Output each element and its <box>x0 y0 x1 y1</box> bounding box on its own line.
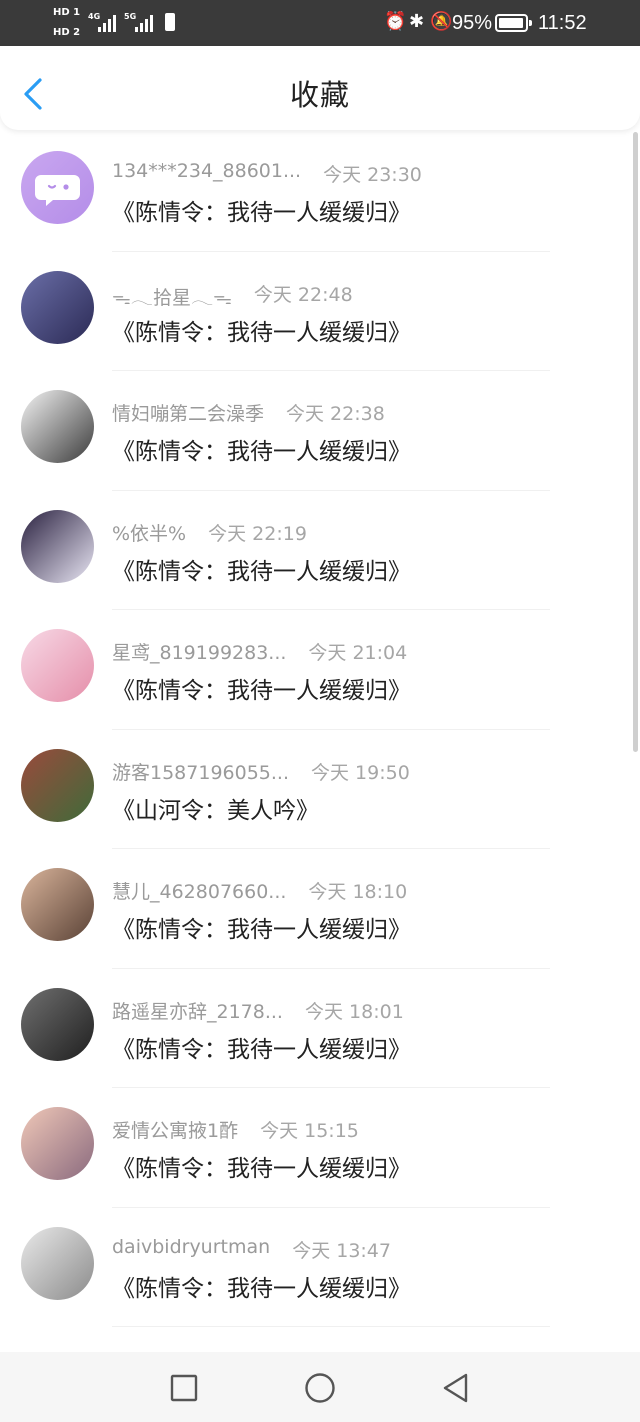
work-title[interactable]: 《陈情令：我待一人缓缓归》 <box>112 432 411 466</box>
avatar[interactable] <box>21 509 94 583</box>
avatar-chat-bubble-icon[interactable] <box>21 151 94 224</box>
list-item[interactable]: 爱情公寓掖1酢 今天 15:15 《陈情令：我待一人缓缓归》 <box>0 1088 630 1208</box>
status-time: 11:52 <box>538 12 587 34</box>
work-title[interactable]: 《陈情令：我待一人缓缓归》 <box>112 1030 411 1064</box>
timestamp: 今天 22:38 <box>286 403 385 425</box>
avatar[interactable] <box>21 390 94 463</box>
user-name[interactable]: ᯓ𓂃拾星𓂃ᯓ <box>112 280 232 311</box>
signal-1-icon <box>98 13 118 32</box>
work-title[interactable]: 《陈情令：我待一人缓缓归》 <box>112 1269 411 1303</box>
avatar[interactable] <box>21 270 94 344</box>
item-meta: 路遥星亦辞_2178... 今天 18:01 <box>112 997 404 1023</box>
work-title[interactable]: 《陈情令：我待一人缓缓归》 <box>112 671 411 705</box>
avatar[interactable] <box>21 1107 94 1180</box>
user-name[interactable]: 路遥星亦辞_2178... <box>112 997 283 1024</box>
back-triangle-icon <box>443 1373 468 1403</box>
recent-apps-icon <box>170 1374 198 1402</box>
timestamp: 今天 18:10 <box>308 881 408 903</box>
nav-back-button[interactable] <box>438 1370 474 1406</box>
hd2-indicator: HD 2 <box>53 27 81 38</box>
list-item[interactable]: daivbidryurtman 今天 13:47 《陈情令：我待一人缓缓归》 <box>0 1208 630 1327</box>
work-title[interactable]: 《山河令：美人吟》 <box>112 791 319 825</box>
system-nav-bar <box>0 1352 640 1422</box>
work-title[interactable]: 《陈情令：我待一人缓缓归》 <box>112 313 411 347</box>
list-item[interactable]: 慧儿_462807660... 今天 18:10 《陈情令：我待一人缓缓归》 <box>0 849 630 969</box>
user-name[interactable]: 游客1587196055... <box>112 758 289 785</box>
avatar[interactable] <box>21 1226 94 1300</box>
item-meta: 情妇嘣第二会澡季 今天 22:38 <box>112 399 385 425</box>
avatar[interactable] <box>21 748 94 822</box>
user-name[interactable]: 情妇嘣第二会澡季 <box>112 399 264 426</box>
item-meta: daivbidryurtman 今天 13:47 <box>112 1236 391 1262</box>
favorites-list: 134***234_88601... 今天 23:30 《陈情令：我待一人缓缓归》 ᯓ… <box>0 132 630 1327</box>
page-title: 收藏 <box>289 78 350 112</box>
alarm-icon: ⏰ <box>384 11 407 32</box>
user-name[interactable]: 慧儿_462807660... <box>112 877 286 904</box>
hd1-indicator: HD 1 <box>53 7 81 18</box>
work-title[interactable]: 《陈情令：我待一人缓缓归》 <box>112 193 411 227</box>
avatar[interactable] <box>21 868 94 941</box>
divider <box>112 1326 550 1327</box>
user-name[interactable]: 134***234_88601... <box>112 160 301 182</box>
list-item[interactable]: 星鸢_819199283... 今天 21:04 《陈情令：我待一人缓缓归》 <box>0 610 630 730</box>
work-title[interactable]: 《陈情令：我待一人缓缓归》 <box>112 552 411 586</box>
item-meta: 慧儿_462807660... 今天 18:10 <box>112 877 407 903</box>
home-button[interactable] <box>302 1370 338 1406</box>
item-meta: ᯓ𓂃拾星𓂃ᯓ 今天 22:48 <box>112 280 353 309</box>
timestamp: 今天 22:48 <box>253 283 353 306</box>
list-item[interactable]: 游客1587196055... 今天 19:50 《山河令：美人吟》 <box>0 730 630 849</box>
home-icon <box>305 1373 335 1403</box>
avatar[interactable] <box>21 987 94 1061</box>
battery-icon <box>495 14 532 32</box>
sim-alert-icon <box>165 13 175 31</box>
timestamp: 今天 21:04 <box>308 642 408 664</box>
mute-bell-icon: 🔕 <box>430 11 453 32</box>
item-meta: 游客1587196055... 今天 19:50 <box>112 758 410 784</box>
user-name[interactable]: 爱情公寓掖1酢 <box>112 1116 238 1143</box>
list-item[interactable]: 情妇嘣第二会澡季 今天 22:38 《陈情令：我待一人缓缓归》 <box>0 371 630 491</box>
recent-apps-button[interactable] <box>166 1370 202 1406</box>
item-meta: %依半% 今天 22:19 <box>112 519 307 545</box>
scrollbar[interactable] <box>633 132 638 752</box>
timestamp: 今天 19:50 <box>311 761 410 784</box>
user-name[interactable]: 星鸢_819199283... <box>112 638 286 665</box>
timestamp: 今天 18:01 <box>304 1000 404 1023</box>
user-name[interactable]: %依半% <box>112 519 186 546</box>
item-meta: 134***234_88601... 今天 23:30 <box>112 160 422 186</box>
list-item[interactable]: 134***234_88601... 今天 23:30 《陈情令：我待一人缓缓归》 <box>0 132 630 252</box>
user-name[interactable]: daivbidryurtman <box>112 1236 270 1258</box>
signal-2-icon <box>135 13 155 32</box>
timestamp: 今天 23:30 <box>323 164 422 186</box>
work-title[interactable]: 《陈情令：我待一人缓缓归》 <box>112 1149 411 1183</box>
item-meta: 星鸢_819199283... 今天 21:04 <box>112 638 407 664</box>
bluetooth-icon: ✱ <box>409 11 425 32</box>
item-meta: 爱情公寓掖1酢 今天 15:15 <box>112 1116 359 1142</box>
timestamp: 今天 22:19 <box>208 522 307 545</box>
timestamp: 今天 15:15 <box>260 1120 359 1142</box>
battery-percent: 95% <box>452 12 493 34</box>
list-item[interactable]: 路遥星亦辞_2178... 今天 18:01 《陈情令：我待一人缓缓归》 <box>0 969 630 1088</box>
avatar[interactable] <box>21 629 94 702</box>
status-bar: HD 1 HD 2 4G 5G ⏰ ✱ 🔕 95% 11:52 <box>0 0 640 46</box>
list-item[interactable]: ᯓ𓂃拾星𓂃ᯓ 今天 22:48 《陈情令：我待一人缓缓归》 <box>0 252 630 371</box>
timestamp: 今天 13:47 <box>292 1239 391 1262</box>
work-title[interactable]: 《陈情令：我待一人缓缓归》 <box>112 910 411 944</box>
app-header: 收藏 <box>0 46 640 130</box>
list-item[interactable]: %依半% 今天 22:19 《陈情令：我待一人缓缓归》 <box>0 491 630 610</box>
